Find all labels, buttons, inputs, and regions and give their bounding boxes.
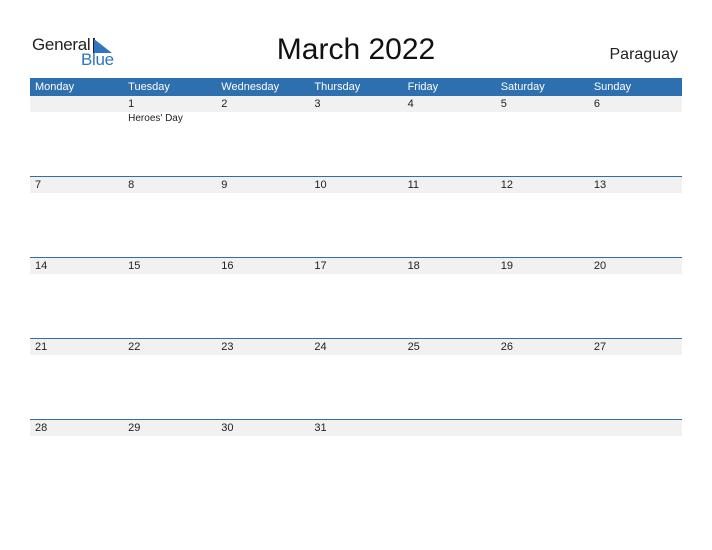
day-number: 1 — [128, 98, 135, 110]
day-number: 10 — [314, 179, 327, 191]
calendar-title: March 2022 — [276, 33, 436, 66]
day-number: 24 — [314, 341, 327, 353]
day-number-row: 21 22 23 24 25 26 27 — [30, 339, 682, 355]
day-number-row: 28 29 30 31 — [30, 420, 682, 436]
day-number: 30 — [221, 422, 234, 434]
day-number: 5 — [500, 98, 507, 110]
day-number: 7 — [35, 179, 42, 191]
day-number: 19 — [500, 260, 513, 272]
day-number: 14 — [35, 260, 48, 272]
day-number: 22 — [128, 341, 141, 353]
weekday-saturday: Saturday — [500, 81, 545, 93]
holiday-label: Heroes' Day — [128, 113, 183, 124]
event-row: Heroes' Day — [30, 112, 682, 126]
week-row: 7 8 9 10 11 12 13 — [30, 176, 682, 257]
day-number: 9 — [221, 179, 228, 191]
holiday-label — [589, 112, 682, 126]
weekday-friday: Friday — [407, 81, 439, 93]
holiday-label — [496, 112, 589, 126]
holiday-label — [216, 112, 309, 126]
day-number: 17 — [314, 260, 327, 272]
day-number: 21 — [35, 341, 48, 353]
day-number: 20 — [593, 260, 607, 272]
day-number: 31 — [314, 422, 327, 434]
day-number: 4 — [407, 98, 414, 110]
week-row: 21 22 23 24 25 26 27 — [30, 338, 682, 419]
day-number: 23 — [221, 341, 234, 353]
day-number: 8 — [128, 179, 135, 191]
day-number: 15 — [128, 260, 141, 272]
day-number: 13 — [593, 179, 607, 191]
day-number-row: 1 2 3 4 5 6 — [30, 96, 682, 112]
country-label: Paraguay — [609, 46, 679, 63]
day-number: 11 — [407, 179, 419, 191]
day-number: 18 — [407, 260, 420, 272]
day-number — [403, 420, 496, 436]
day-number-row: 7 8 9 10 11 12 13 — [30, 177, 682, 193]
day-number: 25 — [407, 341, 420, 353]
day-number: 12 — [500, 179, 513, 191]
holiday-label — [403, 112, 496, 126]
weekday-thursday: Thursday — [314, 81, 361, 93]
weekday-monday: Monday — [35, 81, 75, 93]
weekday-wednesday: Wednesday — [221, 81, 280, 93]
day-number: 29 — [128, 422, 141, 434]
week-row: 1 2 3 4 5 6 Heroes' Day — [30, 96, 682, 176]
week-row: 28 29 30 31 — [30, 419, 682, 500]
day-number: 2 — [221, 98, 228, 110]
weekday-sunday: Sunday — [593, 81, 632, 93]
weekday-header: Monday Tuesday Wednesday Thursday Friday… — [30, 78, 682, 96]
holiday-label — [309, 112, 402, 126]
day-number — [589, 420, 682, 436]
day-number: 26 — [500, 341, 513, 353]
day-number: 3 — [314, 98, 321, 110]
day-number: 28 — [35, 422, 48, 434]
day-number — [30, 96, 123, 112]
holiday-label — [30, 112, 123, 126]
weekday-tuesday: Tuesday — [128, 81, 170, 93]
day-number-row: 14 15 16 17 18 19 20 — [30, 258, 682, 274]
day-number: 27 — [593, 341, 607, 353]
day-number: 6 — [593, 98, 600, 110]
day-number: 16 — [221, 260, 234, 272]
week-row: 14 15 16 17 18 19 20 — [30, 257, 682, 338]
day-number — [496, 420, 589, 436]
